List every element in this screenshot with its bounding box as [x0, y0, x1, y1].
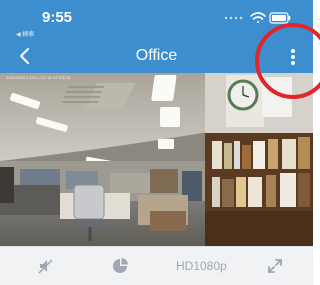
page-title: Office — [135, 47, 178, 64]
camera-toolbar: HD1080p — [0, 246, 313, 285]
status-time: 9:55 — [42, 9, 73, 26]
more-options-button[interactable] — [284, 44, 302, 70]
expand-icon — [268, 259, 282, 273]
snapshot-button[interactable] — [111, 257, 129, 275]
app-header: 9:55 ◀ 検索 Office — [0, 0, 313, 73]
status-icons — [224, 12, 291, 24]
pie-chart-icon — [113, 258, 128, 273]
camera-frame — [0, 73, 313, 246]
cellular-icon — [224, 16, 243, 20]
quality-selector[interactable]: HD1080p — [176, 259, 227, 273]
fullscreen-button[interactable] — [266, 257, 284, 275]
battery-icon — [269, 12, 291, 24]
mute-button[interactable] — [37, 257, 55, 275]
camera-live-view[interactable]: 2020/03/03 2021-12-16 07:53:08 — [0, 73, 313, 246]
speaker-mute-icon — [38, 259, 53, 274]
wifi-icon — [250, 12, 266, 23]
more-vertical-icon — [291, 49, 295, 65]
status-back-app[interactable]: ◀ 検索 — [16, 29, 34, 38]
camera-timestamp: 2020/03/03 2021-12-16 07:53:08 — [6, 75, 71, 80]
